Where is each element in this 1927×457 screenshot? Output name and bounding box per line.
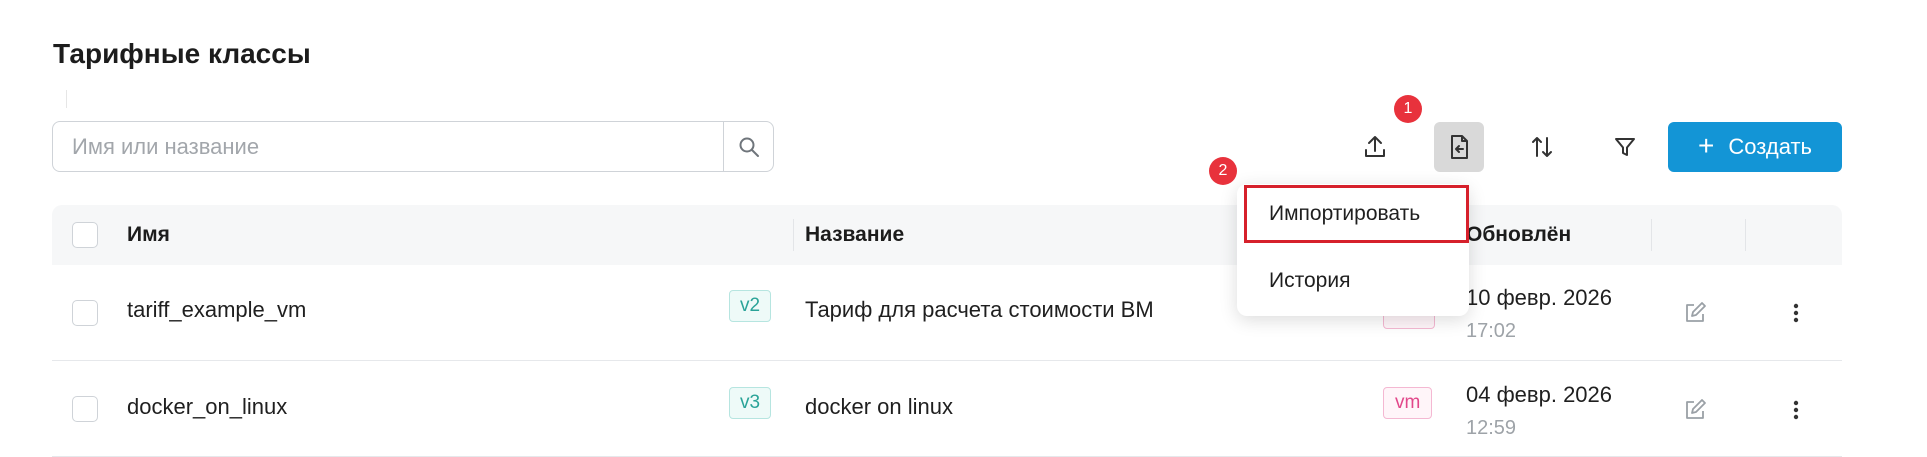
search-input[interactable] (53, 122, 723, 171)
header-name[interactable]: Имя (127, 205, 170, 265)
row-name: docker_on_linux (127, 394, 288, 419)
create-button[interactable]: + Создать (1668, 122, 1842, 172)
export-button[interactable] (1350, 122, 1400, 172)
more-vertical-icon (1793, 303, 1799, 323)
annotation-badge-2: 2 (1209, 157, 1237, 185)
tag-badge: vm (1383, 387, 1433, 419)
page-title: Тарифные классы (53, 38, 311, 69)
divider (66, 90, 67, 108)
row-updated-time: 12:59 (1466, 417, 1517, 439)
menu-item-import[interactable]: Импортировать (1244, 185, 1469, 243)
import-dropdown-menu: Импортировать История (1237, 184, 1469, 316)
more-vertical-icon (1793, 400, 1799, 420)
row-updated-date: 10 февр. 2026 (1466, 285, 1613, 310)
sort-icon (1532, 137, 1552, 157)
version-badge: v2 (729, 290, 772, 322)
annotation-badge-1: 1 (1394, 95, 1422, 123)
row-title: docker on linux (805, 394, 953, 419)
more-button[interactable] (1779, 296, 1813, 330)
edit-icon (1686, 399, 1706, 419)
header-updated[interactable]: Обновлён (1466, 205, 1571, 265)
filter-icon (1615, 138, 1635, 156)
edit-icon (1686, 302, 1706, 322)
table-row[interactable]: tariff_example_vm v2 Тариф для расчета с… (52, 265, 1842, 361)
search-bar (52, 121, 774, 172)
search-icon (739, 137, 759, 157)
table-row[interactable]: docker_on_linux v3 docker on linux vm 04… (52, 361, 1842, 457)
tariff-table: Имя Название Обновлён tariff_example_vm … (52, 205, 1842, 457)
file-import-icon (1451, 135, 1468, 159)
table-header: Имя Название Обновлён (52, 205, 1842, 265)
plus-icon: + (1698, 129, 1715, 161)
row-updated-date: 04 февр. 2026 (1466, 382, 1613, 407)
search-button[interactable] (723, 122, 773, 171)
column-separator (1651, 219, 1652, 251)
row-updated-time: 17:02 (1466, 320, 1517, 342)
row-title: Тариф для расчета стоимости ВМ (805, 297, 1154, 322)
create-button-label: Создать (1728, 134, 1812, 159)
row-name: tariff_example_vm (127, 297, 307, 322)
row-checkbox[interactable] (72, 300, 98, 326)
edit-button[interactable] (1678, 296, 1712, 330)
column-separator (1745, 219, 1746, 251)
filter-button[interactable] (1600, 122, 1650, 172)
header-title[interactable]: Название (805, 205, 904, 265)
select-all-checkbox[interactable] (72, 222, 98, 248)
edit-button[interactable] (1678, 393, 1712, 427)
row-checkbox[interactable] (72, 396, 98, 422)
more-button[interactable] (1779, 393, 1813, 427)
sort-button[interactable] (1517, 122, 1567, 172)
menu-item-history[interactable]: История (1237, 252, 1469, 310)
version-badge: v3 (729, 387, 772, 419)
upload-icon (1365, 136, 1385, 157)
import-menu-button[interactable] (1434, 122, 1484, 172)
column-separator (793, 219, 794, 251)
